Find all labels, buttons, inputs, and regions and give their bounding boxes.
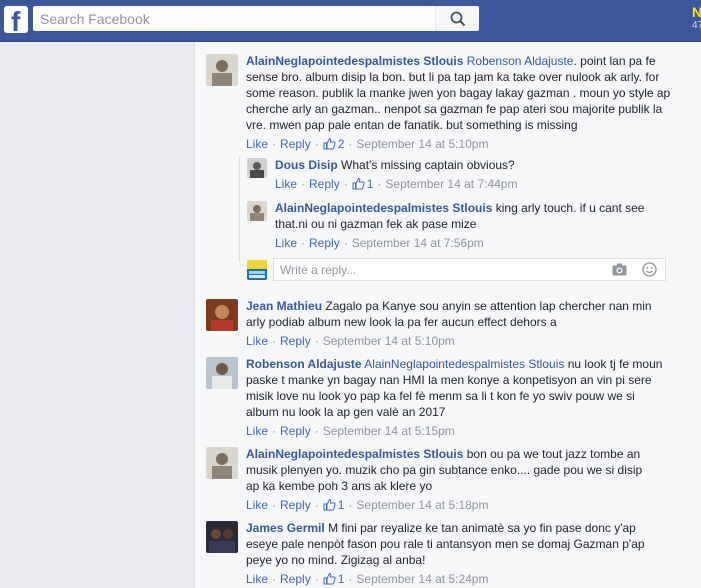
avatar[interactable] bbox=[206, 447, 238, 479]
reply-input[interactable] bbox=[274, 259, 604, 280]
thumbs-up-icon bbox=[323, 498, 336, 511]
like-link[interactable]: Like bbox=[246, 334, 268, 348]
avatar[interactable] bbox=[247, 158, 267, 178]
search-button[interactable] bbox=[435, 6, 479, 31]
reply-thread-line bbox=[239, 156, 240, 262]
avatar[interactable] bbox=[206, 357, 238, 389]
thumbs-up-icon bbox=[323, 137, 336, 150]
search-bar bbox=[33, 6, 479, 31]
thumbs-up-icon bbox=[323, 572, 336, 585]
comment-timestamp[interactable]: September 14 at 5:15pm bbox=[323, 424, 455, 438]
comment-timestamp[interactable]: September 14 at 7:44pm bbox=[385, 177, 517, 191]
comment-actions: Like · Reply · 2 · September 14 at 5:10pm bbox=[246, 137, 489, 151]
reply-link[interactable]: Reply bbox=[280, 572, 311, 586]
avatar[interactable] bbox=[247, 201, 267, 221]
avatar[interactable] bbox=[206, 54, 238, 86]
comment-author[interactable]: Jean Mathieu bbox=[246, 299, 322, 313]
facebook-logo-icon[interactable]: f bbox=[4, 6, 28, 33]
comment-author[interactable]: AlainNeglapointedespalmistes Stlouis bbox=[275, 201, 492, 215]
search-input[interactable] bbox=[33, 6, 441, 31]
comment-text: What's missing captain obvious? bbox=[341, 158, 515, 172]
comment-timestamp[interactable]: September 14 at 5:10pm bbox=[356, 137, 488, 151]
comment-author[interactable]: James Germil bbox=[246, 521, 325, 535]
thumbs-up-icon bbox=[352, 177, 365, 190]
like-link[interactable]: Like bbox=[246, 498, 268, 512]
reply-composer bbox=[273, 258, 666, 281]
comment-actions: Like · Reply · September 14 at 5:15pm bbox=[246, 424, 455, 438]
like-link[interactable]: Like bbox=[275, 236, 297, 250]
mention-link[interactable]: Robenson Aldajuste bbox=[467, 54, 574, 68]
camera-icon[interactable] bbox=[612, 263, 627, 276]
current-user-avatar[interactable] bbox=[247, 260, 267, 280]
like-link[interactable]: Like bbox=[246, 572, 268, 586]
top-bar: f N 47 bbox=[0, 0, 701, 42]
smiley-icon[interactable] bbox=[642, 262, 657, 277]
mention-link[interactable]: AlainNeglapointedespalmistes Stlouis bbox=[364, 357, 564, 371]
search-icon bbox=[450, 11, 466, 27]
comment-author[interactable]: AlainNeglapointedespalmistes Stlouis bbox=[246, 447, 463, 461]
avatar[interactable] bbox=[206, 521, 238, 553]
comment-actions: Like · Reply · 1 · September 14 at 5:24pm bbox=[246, 572, 489, 586]
avatar[interactable] bbox=[206, 299, 238, 331]
comment-author[interactable]: AlainNeglapointedespalmistes Stlouis bbox=[246, 54, 463, 68]
comment-author[interactable]: Dous Disip bbox=[275, 158, 338, 172]
comment-timestamp[interactable]: September 14 at 5:18pm bbox=[356, 498, 488, 512]
reply-link[interactable]: Reply bbox=[309, 177, 340, 191]
comment-actions: Like · Reply · September 14 at 5:10pm bbox=[246, 334, 455, 348]
reply-link[interactable]: Reply bbox=[280, 137, 311, 151]
reply-link[interactable]: Reply bbox=[280, 424, 311, 438]
like-link[interactable]: Like bbox=[246, 137, 268, 151]
comment-timestamp[interactable]: September 14 at 5:24pm bbox=[356, 572, 488, 586]
comment-actions: Like · Reply · 1 · September 14 at 7:44pm bbox=[275, 177, 518, 191]
reply-link[interactable]: Reply bbox=[309, 236, 340, 250]
comment-author[interactable]: Robenson Aldajuste bbox=[246, 357, 362, 371]
comment-timestamp[interactable]: September 14 at 7:56pm bbox=[352, 236, 484, 250]
reply-link[interactable]: Reply bbox=[280, 498, 311, 512]
comment-actions: Like · Reply · 1 · September 14 at 5:18pm bbox=[246, 498, 489, 512]
cropped-page-badge: N 47 bbox=[692, 4, 701, 31]
like-link[interactable]: Like bbox=[275, 177, 297, 191]
comment-timestamp[interactable]: September 14 at 5:10pm bbox=[323, 334, 455, 348]
comment-actions: Like · Reply · September 14 at 7:56pm bbox=[275, 236, 484, 250]
like-link[interactable]: Like bbox=[246, 424, 268, 438]
reply-link[interactable]: Reply bbox=[280, 334, 311, 348]
